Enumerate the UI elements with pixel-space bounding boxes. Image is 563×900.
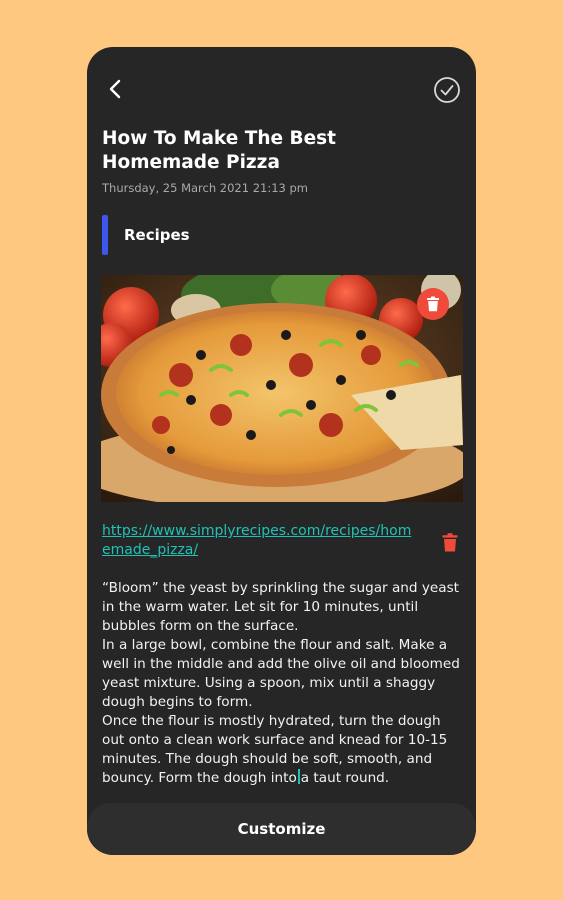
link-row: https://www.simplyrecipes.com/recipes/ho…	[102, 522, 462, 560]
delete-image-button[interactable]	[417, 288, 449, 320]
trash-icon	[442, 532, 458, 551]
note-title[interactable]: How To Make The Best Homemade Pizza	[102, 127, 457, 175]
chevron-left-icon	[109, 79, 121, 99]
category-tag[interactable]: Recipes	[102, 215, 190, 255]
check-circle-icon	[434, 77, 460, 103]
pizza-photo[interactable]	[101, 275, 463, 502]
trash-icon	[427, 296, 439, 312]
note-body-text-end: a taut round.	[300, 770, 390, 786]
note-editor-screen: How To Make The Best Homemade Pizza Thur…	[87, 47, 476, 855]
delete-link-button[interactable]	[438, 530, 462, 554]
text-cursor	[297, 769, 300, 784]
save-button[interactable]	[432, 75, 462, 105]
customize-button[interactable]: Customize	[87, 803, 476, 855]
note-body-editor[interactable]: “Bloom” the yeast by sprinkling the suga…	[102, 579, 464, 804]
category-label: Recipes	[124, 226, 190, 244]
back-button[interactable]	[101, 75, 129, 103]
recipe-link[interactable]: https://www.simplyrecipes.com/recipes/ho…	[102, 522, 412, 560]
category-color-bar	[102, 215, 108, 255]
customize-label: Customize	[237, 820, 326, 838]
note-body-text: “Bloom” the yeast by sprinkling the suga…	[102, 580, 460, 786]
note-date: Thursday, 25 March 2021 21:13 pm	[102, 181, 309, 195]
top-bar	[87, 47, 476, 133]
pizza-illustration	[101, 275, 463, 502]
